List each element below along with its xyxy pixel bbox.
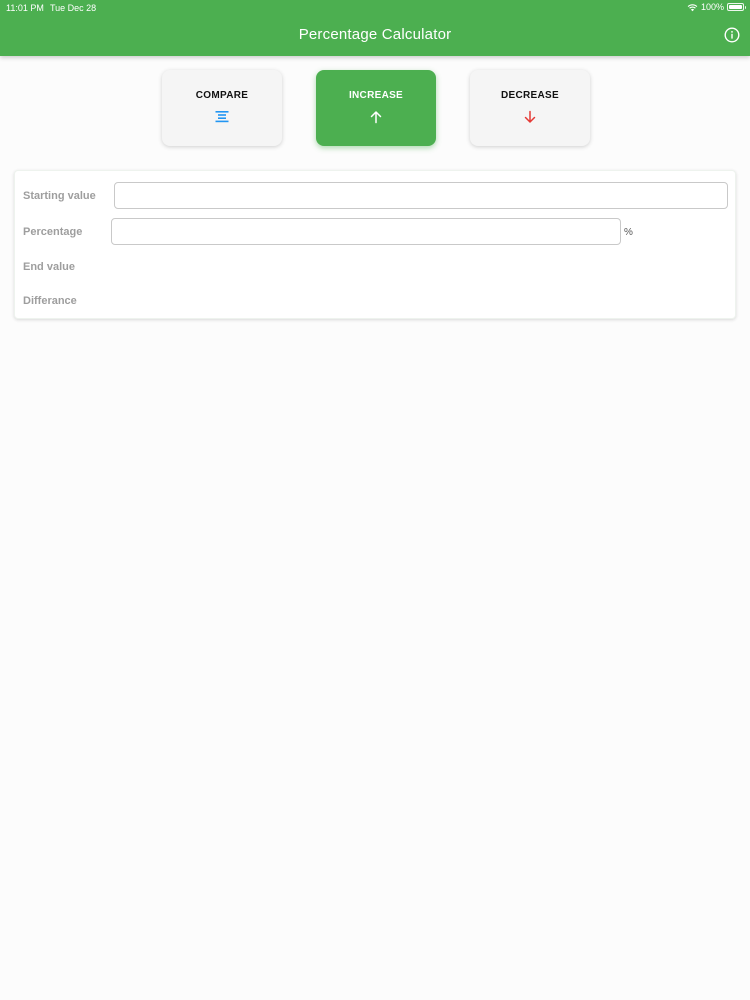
battery-percent: 100%: [700, 2, 724, 12]
status-bar: 11:01 PM Tue Dec 28 100%: [0, 0, 750, 16]
percentage-input[interactable]: [111, 218, 621, 245]
increase-button[interactable]: INCREASE: [316, 70, 436, 146]
compare-label: COMPARE: [195, 90, 249, 101]
status-indicators: 100%: [687, 2, 746, 12]
battery-icon: [727, 3, 746, 11]
arrow-down-icon: [524, 110, 536, 123]
increase-label: INCREASE: [348, 90, 404, 101]
arrow-up-icon: [370, 111, 382, 124]
page-title: Percentage Calculator: [298, 26, 452, 43]
battery-level: [729, 5, 742, 9]
percentage-label: Percentage: [23, 226, 83, 238]
info-circle-icon[interactable]: [724, 27, 740, 43]
mode-selector: COMPARE INCREASE DECREASE: [0, 70, 750, 146]
compare-button[interactable]: COMPARE: [162, 70, 282, 146]
wifi-icon: [687, 3, 698, 11]
calculator-form: Starting value Percentage % End value Di…: [14, 170, 736, 319]
percent-suffix: %: [624, 227, 633, 238]
app-bar: 11:01 PM Tue Dec 28 100% Percentage Calc…: [0, 0, 750, 56]
status-time: 11:01 PM: [6, 3, 44, 13]
difference-label: Differance: [23, 295, 77, 307]
starting-value-input[interactable]: [114, 182, 728, 209]
align-center-icon: [215, 111, 229, 123]
starting-value-label: Starting value: [23, 190, 96, 202]
end-value-label: End value: [23, 261, 75, 273]
decrease-label: DECREASE: [501, 90, 559, 101]
decrease-button[interactable]: DECREASE: [470, 70, 590, 146]
status-date: Tue Dec 28: [50, 3, 97, 13]
